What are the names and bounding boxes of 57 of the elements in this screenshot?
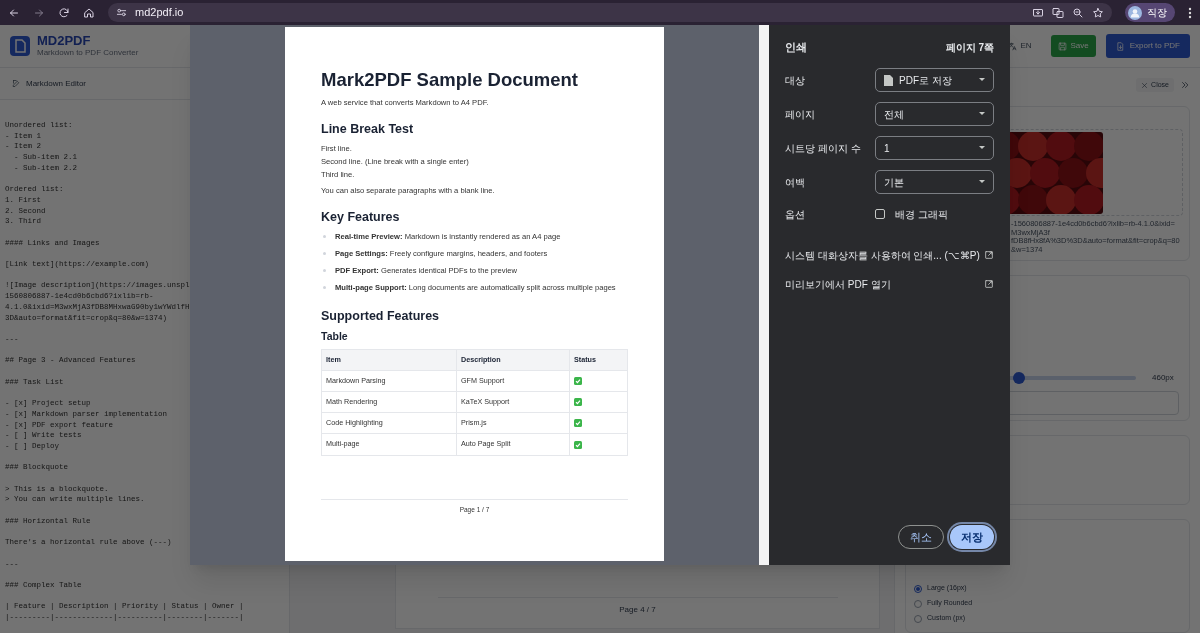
back-icon[interactable] bbox=[8, 6, 20, 19]
profile-button[interactable]: 직장 bbox=[1125, 3, 1175, 22]
slider-value: 460px bbox=[1152, 372, 1174, 384]
close-icon bbox=[1141, 81, 1149, 89]
setting-label: 여백 bbox=[785, 175, 806, 190]
setting-label: 페이지 bbox=[785, 107, 816, 122]
bullet bbox=[323, 235, 326, 238]
star-icon[interactable] bbox=[1092, 6, 1104, 19]
save-button[interactable]: 저장 bbox=[950, 525, 994, 549]
avatar-icon bbox=[1128, 5, 1142, 20]
bullet bbox=[323, 252, 326, 255]
setting-label: 대상 bbox=[785, 73, 806, 88]
scrollbar[interactable] bbox=[759, 25, 769, 565]
document-title: Mark2PDF Sample Document bbox=[321, 69, 579, 91]
page-number: Page 4 / 7 bbox=[619, 604, 656, 616]
select-field[interactable]: 전체 bbox=[875, 102, 994, 126]
slider-thumb[interactable] bbox=[1013, 372, 1026, 384]
document-logo-icon bbox=[10, 36, 30, 56]
menu-icon[interactable] bbox=[1188, 6, 1192, 19]
page-count: 페이지 7쪽 bbox=[945, 40, 994, 55]
home-icon[interactable] bbox=[83, 6, 95, 19]
dialog-link[interactable]: 시스템 대화상자를 사용하여 인쇄... (⌥⌘P) bbox=[785, 247, 980, 263]
site-info-icon bbox=[116, 7, 127, 18]
checkbox[interactable] bbox=[875, 209, 885, 219]
select-field[interactable]: PDF로 저장 bbox=[875, 68, 994, 92]
document-icon bbox=[884, 74, 893, 86]
caret-icon bbox=[979, 112, 985, 116]
setting-label: 시트당 페이지 수 bbox=[785, 141, 862, 156]
select-field[interactable]: 1 bbox=[875, 136, 994, 160]
heading: Line Break Test bbox=[321, 121, 415, 137]
heading: Table bbox=[321, 329, 349, 343]
collapse-icon[interactable] bbox=[1180, 80, 1190, 90]
app-logo: MD2PDF bbox=[37, 34, 92, 48]
heading: Key Features bbox=[321, 209, 401, 225]
editor-title: Markdown Editor bbox=[26, 77, 87, 90]
select-field[interactable]: 기본 bbox=[875, 170, 994, 194]
bullet bbox=[323, 269, 326, 272]
external-link-icon[interactable] bbox=[984, 250, 994, 260]
dialog-link[interactable]: 미리보기에서 PDF 열기 bbox=[785, 276, 891, 292]
export-icon bbox=[1115, 41, 1125, 51]
translate-icon[interactable] bbox=[1052, 6, 1064, 19]
save-icon bbox=[1057, 41, 1067, 51]
caret-icon bbox=[979, 180, 985, 184]
install-icon[interactable] bbox=[1032, 6, 1044, 19]
edit-icon bbox=[12, 79, 21, 88]
setting-label: 옵션 bbox=[785, 207, 806, 222]
translate-icon bbox=[1008, 41, 1018, 51]
caret-icon bbox=[979, 146, 985, 150]
address-bar[interactable]: md2pdf.io bbox=[108, 3, 1112, 22]
checkbox-label: 배경 그래픽 bbox=[895, 207, 948, 222]
dialog-title: 인쇄 bbox=[785, 39, 807, 55]
zoom-icon[interactable] bbox=[1072, 6, 1084, 19]
reload-icon[interactable] bbox=[58, 6, 70, 19]
external-link-icon[interactable] bbox=[984, 279, 994, 289]
caret-icon bbox=[979, 78, 985, 82]
bullet bbox=[323, 286, 326, 289]
heading: Supported Features bbox=[321, 308, 441, 324]
